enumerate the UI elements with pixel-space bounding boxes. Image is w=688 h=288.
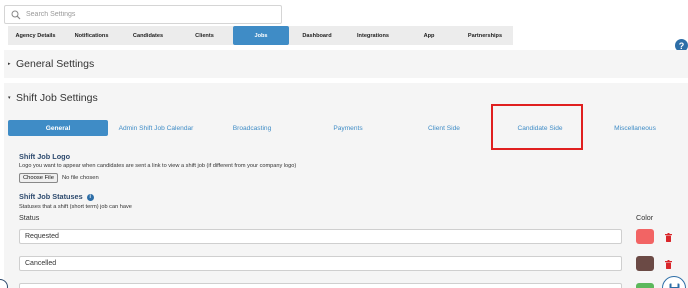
subtab-broadcasting[interactable]: Broadcasting xyxy=(204,120,300,136)
shift-job-statuses-description: Statuses that a shift (short term) job c… xyxy=(19,204,132,210)
color-swatch-cancelled[interactable] xyxy=(636,256,654,271)
status-input-cancelled[interactable]: Cancelled xyxy=(19,256,622,271)
caret-down-icon: ▾ xyxy=(8,95,11,101)
highlight-annotation-box xyxy=(491,104,583,150)
tab-clients[interactable]: Clients xyxy=(176,26,233,45)
status-input-requested[interactable]: Requested xyxy=(19,229,622,244)
search-icon xyxy=(11,10,21,19)
trash-icon[interactable] xyxy=(665,260,672,269)
logo-file-picker: Choose File No file chosen xyxy=(19,173,99,183)
color-swatch-requested[interactable] xyxy=(636,229,654,244)
shift-job-settings-header[interactable]: ▾ Shift Job Settings xyxy=(4,83,688,113)
shift-job-logo-title: Shift Job Logo xyxy=(19,152,71,161)
shift-job-logo-description: Logo you want to appear when candidates … xyxy=(19,163,297,169)
choose-file-button[interactable]: Choose File xyxy=(19,173,58,183)
tab-candidates[interactable]: Candidates xyxy=(120,26,176,45)
settings-tabs: Agency Details Notifications Candidates … xyxy=(8,26,513,45)
general-settings-panel: ▸ General Settings xyxy=(4,50,688,78)
info-icon[interactable]: i xyxy=(86,194,94,201)
floppy-disk-icon xyxy=(669,283,679,288)
general-settings-header[interactable]: ▸ General Settings xyxy=(4,50,688,78)
shift-job-settings-title: Shift Job Settings xyxy=(16,92,98,104)
tab-app[interactable]: App xyxy=(401,26,457,45)
trash-icon[interactable] xyxy=(665,233,672,242)
search-input[interactable] xyxy=(26,11,266,18)
question-circle-icon: ? xyxy=(678,40,685,51)
general-settings-title: General Settings xyxy=(16,58,95,70)
tab-notifications[interactable]: Notifications xyxy=(63,26,120,45)
shift-job-statuses-heading: Shift Job Statuses i xyxy=(19,192,94,201)
shift-job-statuses-title: Shift Job Statuses xyxy=(19,192,83,201)
tab-integrations[interactable]: Integrations xyxy=(345,26,401,45)
no-file-label: No file chosen xyxy=(61,175,99,181)
tab-partnerships[interactable]: Partnerships xyxy=(457,26,513,45)
color-swatch-third[interactable] xyxy=(636,283,654,288)
status-input-third[interactable] xyxy=(19,283,622,288)
tab-agency-details[interactable]: Agency Details xyxy=(8,26,63,45)
settings-search[interactable] xyxy=(4,5,282,24)
subtab-miscellaneous[interactable]: Miscellaneous xyxy=(588,120,682,136)
caret-right-icon: ▸ xyxy=(8,61,11,67)
subtab-general[interactable]: General xyxy=(8,120,108,136)
subtab-payments[interactable]: Payments xyxy=(300,120,396,136)
subtab-client-side[interactable]: Client Side xyxy=(396,120,492,136)
status-column-label: Status xyxy=(19,213,40,222)
tab-dashboard[interactable]: Dashboard xyxy=(289,26,345,45)
tab-jobs[interactable]: Jobs xyxy=(233,26,289,45)
color-column-label: Color xyxy=(636,213,654,222)
subtab-admin-shift-job-calendar[interactable]: Admin Shift Job Calendar xyxy=(108,120,204,136)
